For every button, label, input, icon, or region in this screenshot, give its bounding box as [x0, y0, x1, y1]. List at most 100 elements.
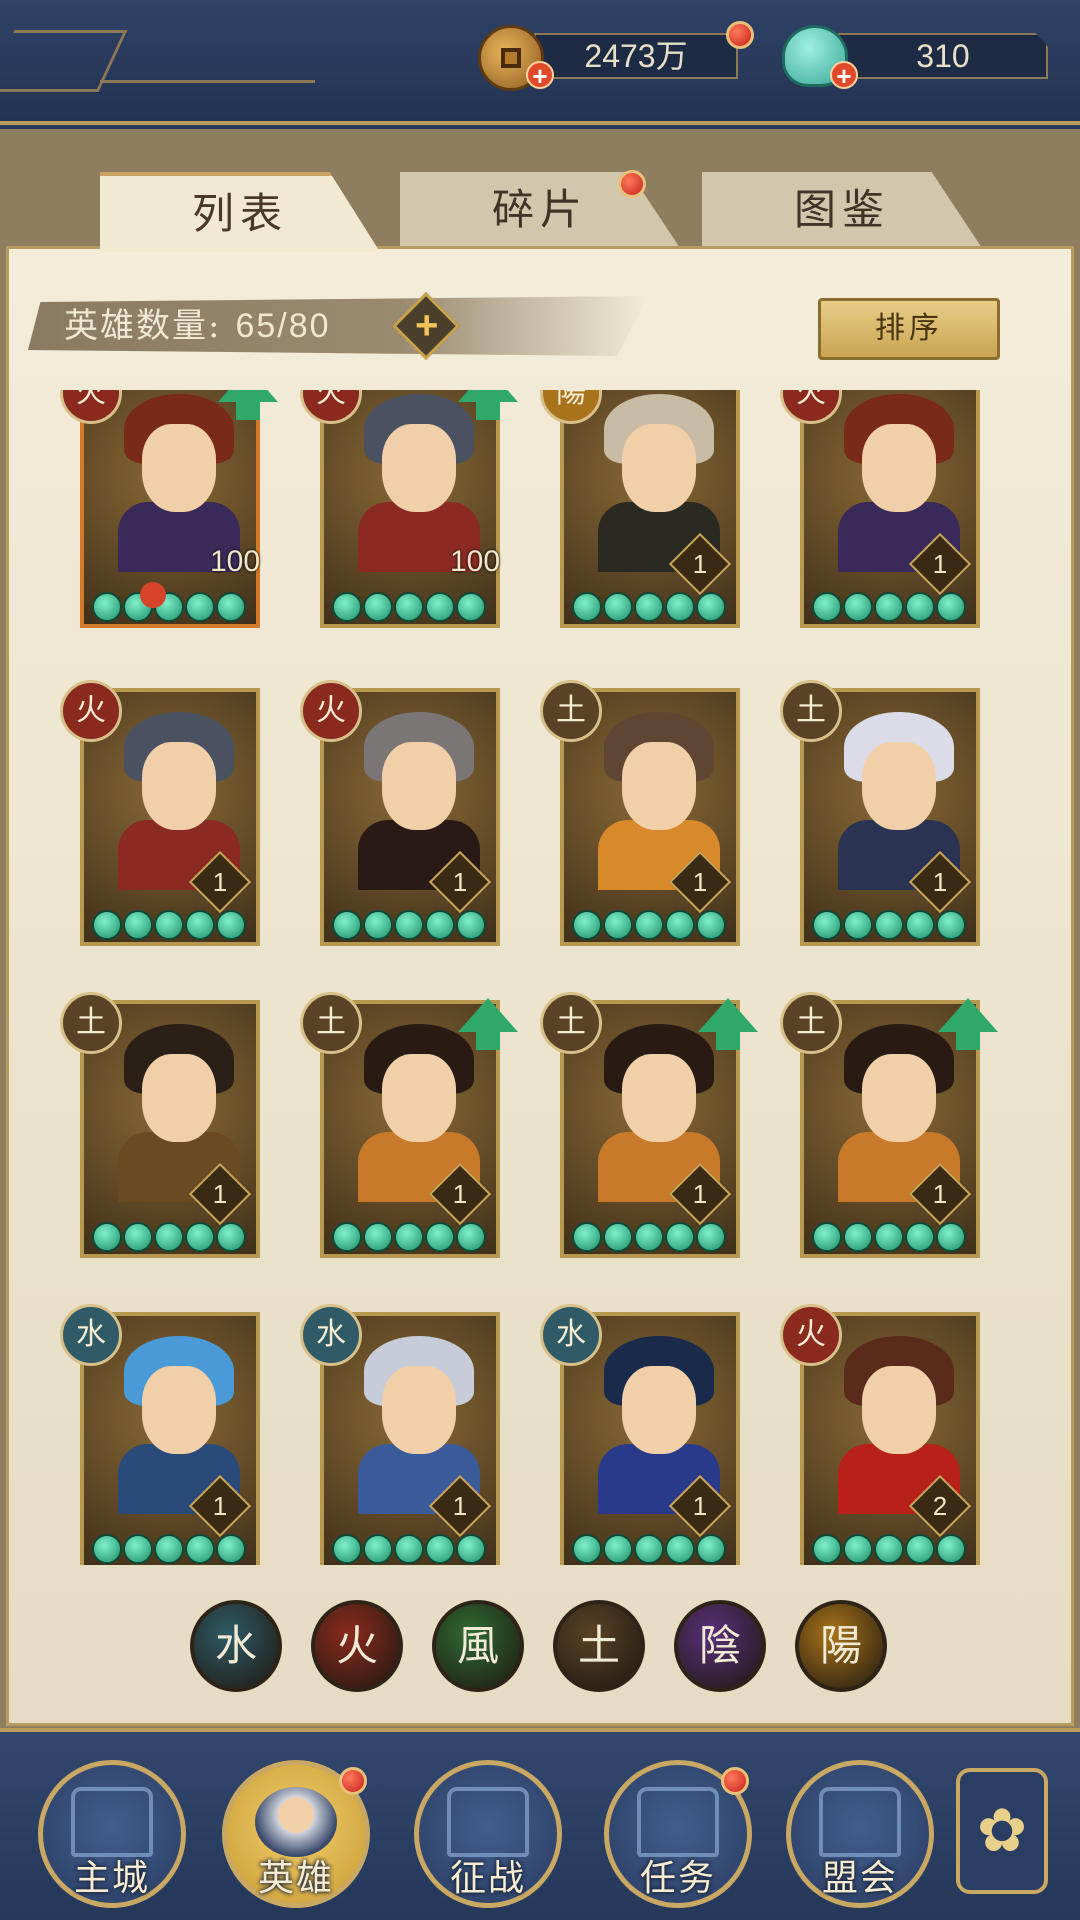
jade-star-icon — [456, 1534, 486, 1564]
hero-card[interactable]: 火2 — [780, 1304, 980, 1565]
flower-menu-icon[interactable]: ✿ — [956, 1768, 1048, 1894]
hero-face — [382, 424, 456, 512]
hero-level-text: 2 — [932, 1491, 948, 1521]
nav-war-horn[interactable]: 征战 — [414, 1760, 562, 1908]
hero-element-badge: 火 — [300, 680, 362, 742]
divider — [100, 80, 315, 83]
jade-star-icon — [843, 1534, 873, 1564]
hero-level-text: 1 — [692, 549, 708, 579]
hero-card[interactable]: 水1 — [60, 1304, 260, 1565]
hero-card[interactable]: 火1 — [780, 390, 980, 628]
nav-scroll-task[interactable]: 任务 — [604, 1760, 752, 1908]
hero-face — [862, 424, 936, 512]
hero-star-rating — [812, 1222, 972, 1252]
jade-star-icon — [696, 910, 726, 940]
jade-star-icon — [696, 1534, 726, 1564]
filter-water-button[interactable]: 水 — [190, 1600, 282, 1692]
hero-face — [142, 742, 216, 830]
jade-star-icon — [665, 1222, 695, 1252]
notification-dot — [726, 21, 754, 49]
jade-star-icon — [185, 1222, 215, 1252]
top-bar: 2473万 + 310 + — [0, 0, 1080, 125]
hero-element-badge: 土 — [540, 992, 602, 1054]
bottom-nav: 主城 英雄 征战 任务 盟会 ✿ — [0, 1728, 1080, 1920]
filter-yang-button[interactable]: 陽 — [795, 1600, 887, 1692]
sort-button[interactable]: 排序 — [818, 298, 1000, 360]
jade-star-icon — [394, 1534, 424, 1564]
hero-face — [622, 424, 696, 512]
filter-earth-button[interactable]: 土 — [553, 1600, 645, 1692]
jade-star-icon — [363, 910, 393, 940]
jade-star-icon — [394, 910, 424, 940]
hero-star-rating — [332, 910, 492, 940]
hero-star-rating — [572, 910, 732, 940]
nav-label: 任务 — [639, 1858, 716, 1899]
jade-star-icon — [665, 1534, 695, 1564]
hero-card[interactable]: 土1 — [540, 680, 740, 946]
filter-fire-button[interactable]: 火 — [311, 1600, 403, 1692]
jade-star-icon — [905, 1222, 935, 1252]
hero-element-badge: 土 — [780, 992, 842, 1054]
hero-card[interactable]: 水1 — [300, 1304, 500, 1565]
jade-star-icon — [123, 1534, 153, 1564]
hero-star-rating — [332, 1222, 492, 1252]
hero-card[interactable]: 水1 — [540, 1304, 740, 1565]
jade-star-icon — [185, 910, 215, 940]
hero-card[interactable]: 土1 — [780, 992, 998, 1258]
add-gold-button[interactable]: + — [526, 61, 554, 89]
jade-star-icon — [874, 1534, 904, 1564]
hero-card[interactable]: 陽1 — [540, 390, 740, 628]
hero-level-text: 1 — [452, 1179, 468, 1209]
jade-star-icon — [696, 1222, 726, 1252]
hero-star-rating — [92, 1534, 252, 1564]
jade-star-icon — [92, 1534, 122, 1564]
hero-grid[interactable]: 火 100 火 100 陽 1 火 1 火 1 火 1 土 1 土 1 土 1 土 1 土 1 土 1 水 1 水 1 水 1 火 2 — [60, 390, 1020, 1565]
jade-star-icon — [936, 1222, 966, 1252]
jade-star-icon — [92, 910, 122, 940]
jade-star-icon — [394, 1222, 424, 1252]
jade-star-icon — [154, 1222, 184, 1252]
equipped-flame-icon — [140, 582, 166, 608]
war-horn-icon — [447, 1787, 529, 1857]
upgrade-arrow-icon — [938, 998, 998, 1050]
hero-star-rating — [92, 592, 252, 622]
hero-element-badge: 火 — [780, 1304, 842, 1366]
hero-card[interactable]: 火1 — [60, 680, 260, 946]
jade-star-icon — [332, 592, 362, 622]
hero-card[interactable]: 火 100 — [60, 390, 278, 628]
hero-card[interactable]: 土1 — [780, 680, 980, 946]
nav-city-gate[interactable]: 主城 — [38, 1760, 186, 1908]
jade-star-icon — [665, 592, 695, 622]
filter-wind-button[interactable]: 風 — [432, 1600, 524, 1692]
hero-face — [862, 742, 936, 830]
notification-dot — [339, 1767, 367, 1795]
add-gem-button[interactable]: + — [830, 61, 858, 89]
hero-star-rating — [92, 1222, 252, 1252]
filter-yin-button[interactable]: 陰 — [674, 1600, 766, 1692]
hero-element-badge: 土 — [780, 680, 842, 742]
jade-star-icon — [603, 1222, 633, 1252]
hero-face — [382, 1054, 456, 1142]
jade-star-icon — [874, 1222, 904, 1252]
hero-card[interactable]: 土1 — [300, 992, 518, 1258]
jade-star-icon — [905, 910, 935, 940]
upgrade-arrow-icon — [218, 390, 278, 420]
hero-element-badge: 土 — [540, 680, 602, 742]
jade-star-icon — [905, 592, 935, 622]
nav-alliance-gate[interactable]: 盟会 — [786, 1760, 934, 1908]
hero-level-text: 100 — [210, 545, 261, 578]
hero-count: 英雄数量: 65/80 — [64, 298, 331, 354]
jade-star-icon — [332, 910, 362, 940]
hero-card[interactable]: 火 100 — [300, 390, 518, 628]
jade-star-icon — [394, 592, 424, 622]
hero-card[interactable]: 土1 — [540, 992, 758, 1258]
hero-card[interactable]: 土1 — [60, 992, 260, 1258]
hero-level-text: 1 — [692, 1491, 708, 1521]
hero-card[interactable]: 火1 — [300, 680, 500, 946]
hero-level-text: 100 — [450, 545, 501, 578]
jade-star-icon — [936, 592, 966, 622]
jade-star-icon — [456, 910, 486, 940]
nav-hero-portrait[interactable]: 英雄 — [222, 1760, 370, 1908]
gem-amount: 310 — [838, 33, 1048, 79]
alliance-gate-icon — [819, 1787, 901, 1857]
